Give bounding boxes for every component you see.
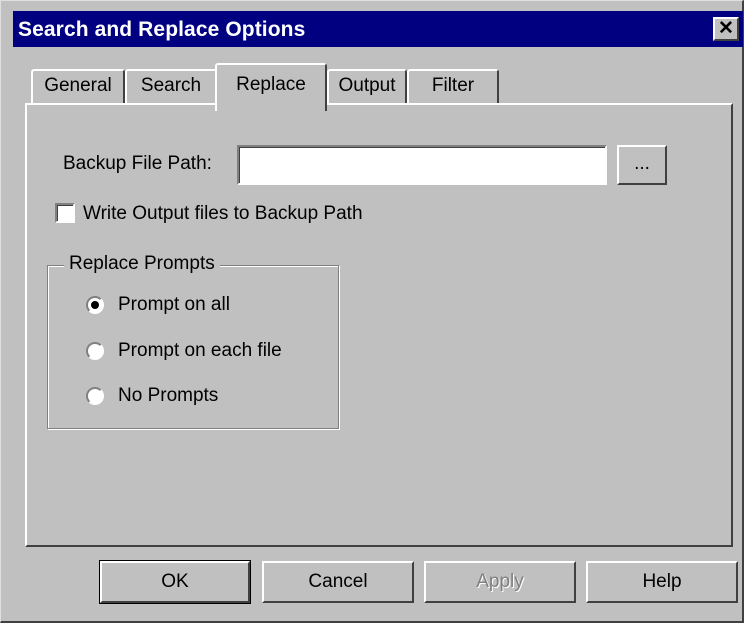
tab-label: Replace (236, 74, 306, 95)
close-icon: ✕ (718, 18, 734, 39)
backup-path-label: Backup File Path: (63, 153, 212, 174)
help-button-label: Help (642, 571, 682, 592)
tab-general[interactable]: General (31, 69, 125, 105)
replace-tab-panel: Backup File Path: ... Write Output files… (25, 103, 733, 547)
tab-label: Output (338, 75, 396, 96)
close-button[interactable]: ✕ (713, 17, 739, 41)
tab-search[interactable]: Search (125, 69, 217, 105)
radio-prompt-on-all[interactable] (86, 296, 104, 314)
replace-prompts-group: Replace Prompts Prompt on all Prompt on … (47, 253, 339, 429)
title-bar[interactable]: Search and Replace Options ✕ (13, 11, 743, 47)
apply-button[interactable]: Apply (424, 561, 576, 603)
tab-filter[interactable]: Filter (407, 69, 499, 105)
radio-no-prompts[interactable] (86, 387, 104, 405)
browse-button[interactable]: ... (617, 145, 667, 185)
tab-label: Filter (431, 75, 475, 96)
dialog-window: Search and Replace Options ✕ General Sea… (0, 0, 744, 623)
tab-output[interactable]: Output (327, 69, 407, 105)
apply-button-label: Apply (476, 571, 524, 592)
prompt-on-all-label[interactable]: Prompt on all (118, 294, 230, 316)
browse-button-label: ... (634, 153, 650, 174)
no-prompts-label[interactable]: No Prompts (118, 385, 218, 407)
ok-button[interactable]: OK (99, 560, 251, 604)
write-output-checkbox[interactable] (55, 203, 75, 223)
tab-label: General (44, 75, 112, 96)
ok-button-label: OK (161, 571, 189, 592)
window-title: Search and Replace Options (18, 18, 306, 41)
tab-label: Search (140, 75, 202, 96)
cancel-button[interactable]: Cancel (262, 561, 414, 603)
help-button[interactable]: Help (586, 561, 738, 603)
tab-replace[interactable]: Replace (215, 63, 327, 111)
radio-prompt-on-each-file[interactable] (86, 342, 104, 360)
cancel-button-label: Cancel (308, 571, 368, 592)
replace-prompts-title: Replace Prompts (64, 253, 220, 275)
radio-selected-dot (91, 301, 99, 309)
write-output-label[interactable]: Write Output files to Backup Path (83, 203, 363, 225)
backup-path-input[interactable] (237, 145, 607, 185)
prompt-on-each-file-label[interactable]: Prompt on each file (118, 340, 282, 362)
